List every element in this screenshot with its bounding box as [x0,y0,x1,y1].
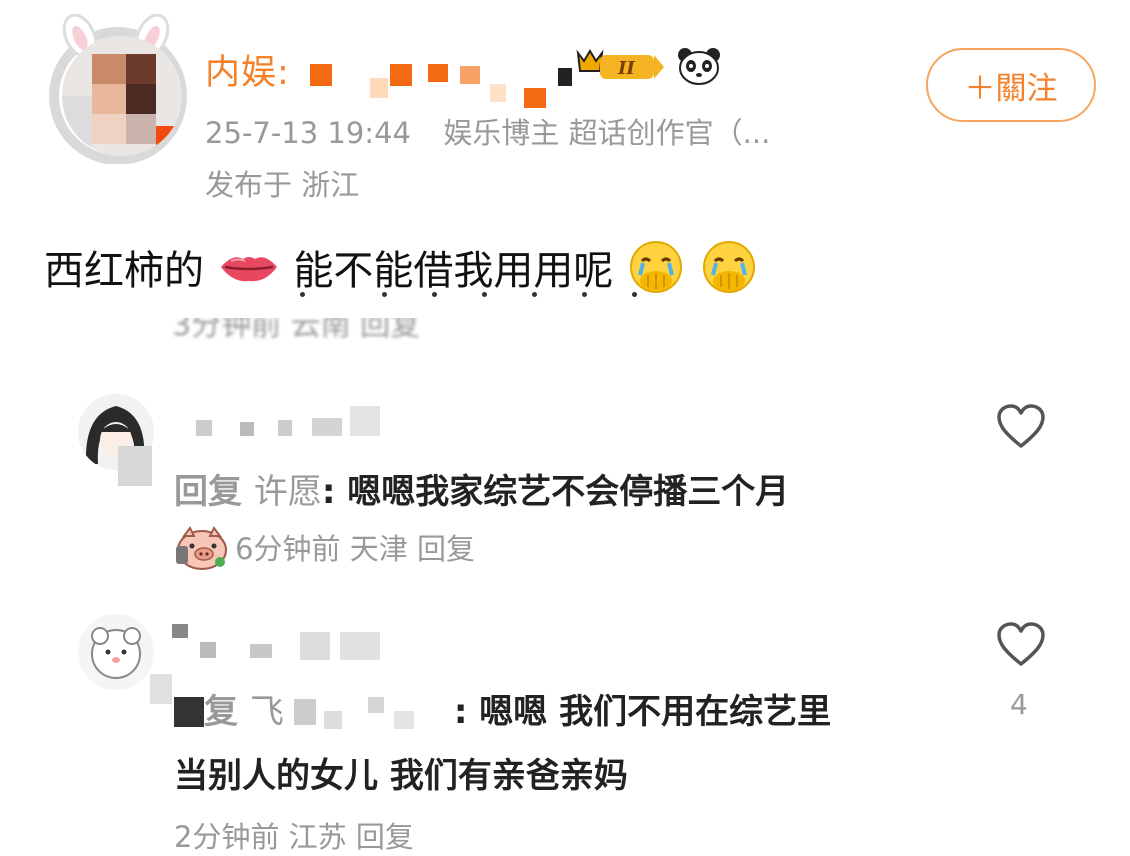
crying-face-emoji-icon-2 [702,241,755,293]
crying-face-emoji-icon [630,241,683,293]
censored-name-mosaic [310,64,572,110]
reply-target[interactable]: 飞 [250,692,284,732]
lips-emoji-icon [220,257,277,282]
heart-outline-icon[interactable] [996,622,1046,668]
censored-username-mosaic [150,618,410,704]
comment-item: 回复 许愿: 嗯嗯我家综艺不会停播三个月 6分钟前 天津 回复 [0,380,1130,580]
post-location: 发布于 浙江 [205,168,360,202]
badge-label: II [617,58,635,79]
comment-meta-row: 6分钟前 天津 回复 [174,522,475,578]
heart-outline-icon[interactable] [996,404,1046,450]
panda-icon [678,48,720,85]
reply-target[interactable]: 许愿 [254,472,322,512]
pig-sticker-icon [176,526,227,570]
reply-prefix: 复 [204,692,238,732]
comment-meta[interactable]: 6分钟前 天津 回复 [235,532,475,566]
censored-target-mosaic [284,695,454,729]
comment-line-1: 嗯嗯我家综艺不会停播三个月 [347,472,790,512]
post-meta: 25-7-13 19:44 娱乐博主 超话创作官（... [205,110,770,152]
post-text-part1: 西红柿的 [44,248,204,294]
comment-item: 4 复 飞: 嗯嗯 我们不用在综艺里 当别人的女儿 我们有亲爸亲妈 2分钟前 江… [0,600,1130,854]
comment-line-2: 当别人的女儿 我们有亲爸亲妈 [174,756,628,796]
comment-line-1: 嗯嗯 我们不用在综艺里 [479,692,832,732]
emphasis-dots [300,292,640,300]
reply-prefix: 回复 [174,472,242,512]
post-timestamp: 25-7-13 19:44 [205,116,411,150]
author-avatar[interactable] [40,14,196,164]
like-count: 4 [1010,688,1028,721]
avatar-photo [62,36,182,156]
author-name[interactable]: 内娱: [205,44,290,95]
post-source[interactable]: 娱乐博主 超话创作官（... [443,116,770,150]
comment-text: 回复 许愿: 嗯嗯我家综艺不会停播三个月 [174,472,790,512]
crown-badge-icon: II [576,49,664,79]
post-text-part2: 能不能借我用用呢 [293,248,614,294]
comment-meta[interactable]: 2分钟前 江苏 回复 [174,814,414,856]
post-body: 西红柿的 能不能借我用用呢 [44,238,759,296]
comment-text: 复 飞: 嗯嗯 我们不用在综艺里 [174,684,831,733]
commenter-avatar[interactable] [78,614,154,690]
censored-username-mosaic [118,400,388,486]
follow-button[interactable]: ＋關注 [926,48,1096,122]
censored-block [174,697,204,727]
cropped-comment-meta: 3分钟前 云南 回复 [172,318,421,343]
